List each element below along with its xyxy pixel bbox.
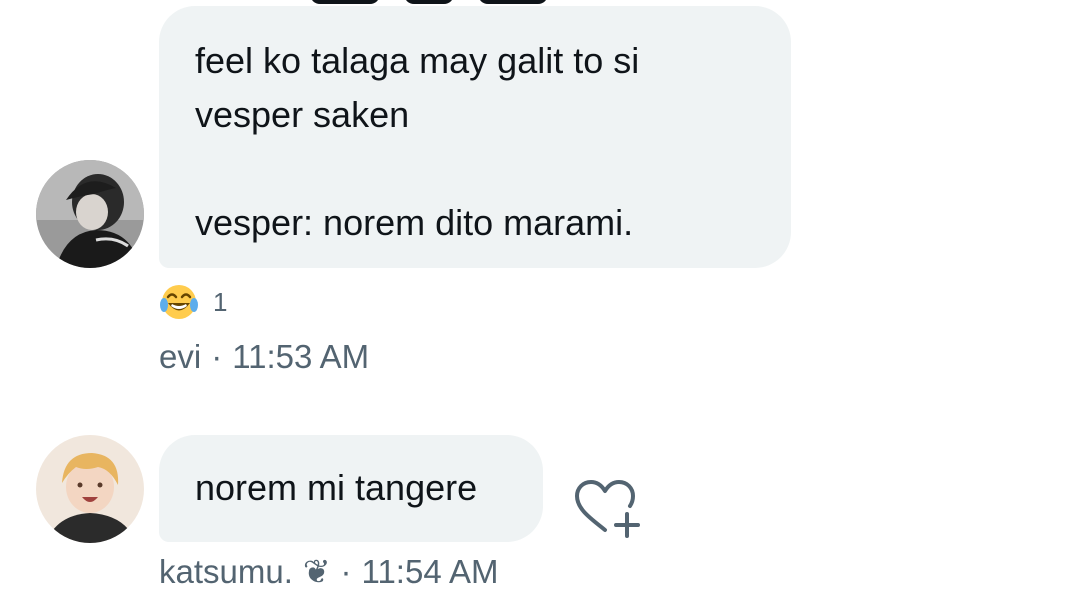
message-time: 11:53 AM	[232, 338, 370, 375]
reaction-count: 1	[213, 286, 228, 317]
add-reaction-button[interactable]	[571, 478, 643, 540]
heart-plus-icon	[575, 480, 640, 538]
avatar-evi[interactable]	[36, 160, 144, 268]
meta-separator: ·	[211, 338, 223, 375]
message-meta: evi · 11:53 AM	[159, 338, 369, 376]
message-bubble[interactable]: norem mi tangere	[159, 435, 543, 542]
meta-separator: ·	[340, 552, 352, 590]
sender-name: katsumu.	[159, 552, 293, 590]
face-with-tears-of-joy-icon	[160, 285, 198, 319]
message-bubble[interactable]: feel ko talaga may galit to si vesper sa…	[159, 6, 791, 268]
sender-name: evi	[159, 338, 202, 375]
message-reaction[interactable]: 1	[159, 282, 227, 322]
message-meta: katsumu. ❦ · 11:54 AM	[159, 552, 499, 591]
cropped-previous-content	[310, 0, 570, 4]
avatar-katsumu[interactable]	[36, 435, 144, 543]
message-time: 11:54 AM	[361, 552, 499, 590]
sender-badge-icon: ❦	[302, 553, 331, 590]
